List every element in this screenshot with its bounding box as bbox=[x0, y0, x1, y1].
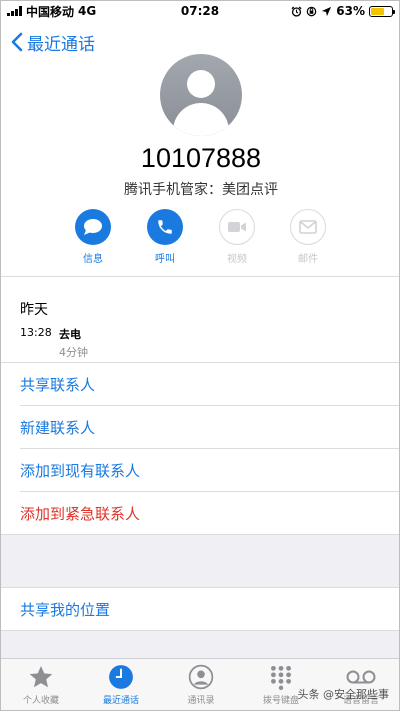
mail-icon bbox=[299, 220, 317, 234]
chevron-left-icon bbox=[11, 32, 23, 52]
share-location-row[interactable]: 共享我的位置 bbox=[1, 588, 399, 631]
call-button-label: 呼叫 bbox=[155, 254, 175, 265]
carrier-name: 中国移动 bbox=[26, 4, 75, 19]
video-camera-icon bbox=[228, 222, 246, 232]
back-button[interactable]: 最近通话 bbox=[11, 27, 95, 57]
voicemail-icon bbox=[346, 670, 376, 684]
screen: 中国移动 4G 07:28 63% 最近通话 10107888 腾讯手机管家：美… bbox=[0, 0, 400, 711]
call-type: 去电 bbox=[59, 328, 81, 341]
share-contact-row[interactable]: 共享联系人 bbox=[1, 363, 399, 406]
message-button-label: 信息 bbox=[83, 254, 103, 265]
new-contact-row[interactable]: 新建联系人 bbox=[1, 406, 399, 449]
orientation-lock-icon bbox=[306, 6, 317, 16]
call-button[interactable]: 呼叫 bbox=[135, 209, 195, 265]
video-button[interactable]: 视频 bbox=[207, 209, 267, 265]
location-arrow-icon bbox=[322, 6, 332, 16]
battery-icon bbox=[369, 5, 395, 17]
watermark: 头条 @安全那些事 bbox=[298, 686, 390, 702]
add-to-emergency-contact-row[interactable]: 添加到紧急联系人 bbox=[1, 492, 399, 535]
section-gap bbox=[1, 535, 399, 587]
signal-strength-icon bbox=[7, 6, 22, 16]
star-icon bbox=[29, 665, 53, 688]
contacts-icon bbox=[188, 664, 214, 690]
battery-fill bbox=[371, 7, 384, 15]
call-duration: 4分钟 bbox=[59, 346, 88, 359]
tab-recents-label: 最近通话 bbox=[102, 696, 139, 706]
network-type: 4G bbox=[78, 4, 97, 18]
section-gap bbox=[1, 631, 399, 661]
message-bubble-icon bbox=[84, 219, 102, 235]
contact-avatar bbox=[160, 54, 242, 136]
tab-favorites-label: 个人收藏 bbox=[22, 696, 59, 706]
caller-id-label: 腾讯手机管家：美团点评 bbox=[124, 182, 278, 198]
divider bbox=[1, 276, 399, 277]
message-button[interactable]: 信息 bbox=[63, 209, 123, 265]
tab-favorites[interactable]: 个人收藏 bbox=[6, 663, 76, 706]
mail-button[interactable]: 邮件 bbox=[278, 209, 338, 265]
phone-icon bbox=[158, 220, 172, 234]
tab-contacts-label: 通讯录 bbox=[187, 696, 215, 706]
phone-number: 10107888 bbox=[140, 143, 262, 173]
clock-icon bbox=[109, 665, 133, 689]
call-time: 13:28 bbox=[20, 326, 52, 339]
mail-button-label: 邮件 bbox=[298, 254, 318, 265]
keypad-icon bbox=[271, 665, 291, 690]
watermark-text: 头条 @安全那些事 bbox=[297, 688, 390, 701]
tab-recents[interactable]: 最近通话 bbox=[86, 663, 156, 706]
alarm-icon bbox=[291, 5, 302, 17]
back-label: 最近通话 bbox=[27, 34, 95, 55]
battery-percent: 63% bbox=[336, 4, 365, 18]
tab-bar: 个人收藏 最近通话 通讯录 拨号键盘 语音留言 bbox=[1, 658, 399, 710]
recents-day-header: 昨天 bbox=[20, 302, 48, 318]
video-button-label: 视频 bbox=[227, 254, 247, 265]
add-to-existing-contact-row[interactable]: 添加到现有联系人 bbox=[1, 449, 399, 492]
tab-contacts[interactable]: 通讯录 bbox=[166, 663, 236, 706]
status-bar: 中国移动 4G 07:28 63% bbox=[1, 1, 399, 21]
